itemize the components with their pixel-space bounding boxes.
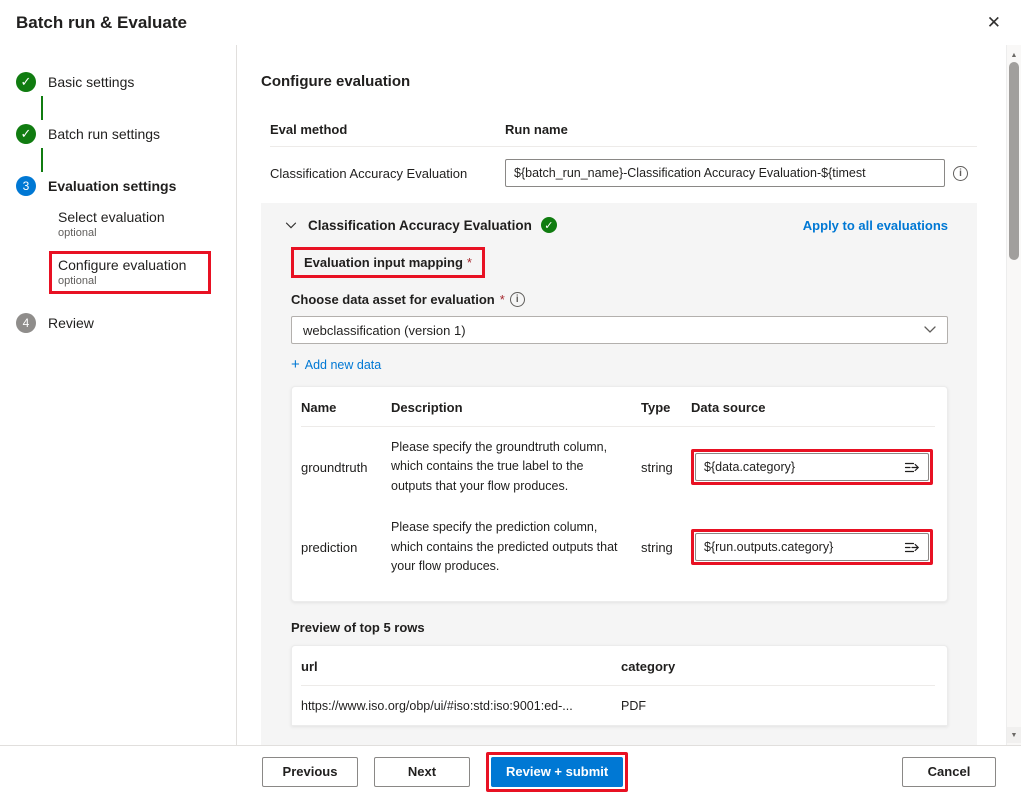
col-url: url [301,659,621,674]
mapping-name: groundtruth [301,460,391,475]
mapping-table-header-row: Name Description Type Data source [301,400,935,427]
apply-to-all-evaluations-link[interactable]: Apply to all evaluations [803,218,948,233]
step-basic-settings[interactable]: ✓ Basic settings [16,71,236,93]
step-review[interactable]: 4 Review [16,312,236,334]
mapping-name: prediction [301,540,391,555]
preview-category-value: PDF [621,699,935,713]
choose-data-asset-label: Choose data asset for evaluation [291,292,495,307]
groundtruth-data-source-field [695,453,929,481]
eval-method-value: Classification Accuracy Evaluation [270,166,505,181]
vertical-scrollbar[interactable]: ▲ ▼ [1006,45,1021,745]
preview-label: Preview of top 5 rows [291,620,948,635]
step-complete-check-icon: ✓ [16,124,36,144]
step-complete-check-icon: ✓ [16,72,36,92]
table-row: prediction Please specify the prediction… [301,507,935,587]
configure-evaluation-annotation-box: Configure evaluation optional [49,251,211,294]
run-name-column-header: Run name [505,122,977,137]
prediction-data-source-input[interactable] [698,540,903,554]
table-row: https://www.iso.org/obp/ui/#iso:std:iso:… [301,686,935,725]
step-number-icon: 4 [16,313,36,333]
evaluation-name-title: Classification Accuracy Evaluation [308,218,532,233]
substep-configure-evaluation[interactable]: Configure evaluation optional [58,257,186,287]
step-connector [41,96,43,120]
col-description: Description [391,400,641,415]
col-type: Type [641,400,691,415]
preview-url-value: https://www.iso.org/obp/ui/#iso:std:iso:… [301,699,621,713]
run-name-input[interactable] [505,159,945,187]
data-asset-label-row: Choose data asset for evaluation * i [291,292,948,307]
required-asterisk: * [500,292,505,307]
expression-builder-icon[interactable] [903,540,921,555]
groundtruth-data-source-annotation-box [691,449,933,485]
batch-run-evaluate-dialog: Batch run & Evaluate ✕ ✓ Basic settings … [0,0,1021,797]
eval-method-column-header: Eval method [270,122,505,137]
eval-method-table-header: Eval method Run name [270,122,977,147]
mapping-type: string [641,540,691,555]
data-asset-dropdown[interactable]: webclassification (version 1) [291,316,948,344]
table-row: groundtruth Please specify the groundtru… [301,427,935,507]
review-submit-button[interactable]: Review + submit [491,757,623,787]
scroll-up-icon[interactable]: ▲ [1007,47,1021,63]
step-label: Basic settings [48,74,134,90]
cancel-button[interactable]: Cancel [902,757,996,787]
step-label: Evaluation settings [48,178,176,194]
previous-button[interactable]: Previous [262,757,358,787]
step-number-icon: 3 [16,176,36,196]
add-new-data-link[interactable]: + Add new data [291,357,381,372]
mapping-type: string [641,460,691,475]
prediction-data-source-field [695,533,929,561]
next-button[interactable]: Next [374,757,470,787]
scroll-down-icon[interactable]: ▼ [1007,727,1021,743]
substep-optional-tag: optional [58,275,186,287]
step-label: Batch run settings [48,126,160,142]
col-category: category [621,659,935,674]
page-title: Configure evaluation [261,73,1005,90]
dialog-footer: Previous Next Review + submit Cancel [0,745,1021,797]
info-icon[interactable]: i [953,166,968,181]
col-name: Name [301,400,391,415]
groundtruth-data-source-input[interactable] [698,460,903,474]
step-label: Review [48,315,94,331]
chevron-down-icon [924,326,936,334]
preview-header-row: url category [301,659,935,686]
step-connector [41,148,43,172]
dialog-header: Batch run & Evaluate ✕ [0,0,1021,45]
substep-select-evaluation[interactable]: Select evaluation optional [58,209,236,239]
wizard-steps-sidebar: ✓ Basic settings ✓ Batch run settings 3 … [0,45,237,745]
plus-icon: + [291,357,300,372]
preview-table: url category https://www.iso.org/obp/ui/… [291,645,948,726]
expression-builder-icon[interactable] [903,460,921,475]
required-asterisk: * [467,255,472,270]
evaluation-section: Classification Accuracy Evaluation ✓ App… [261,203,977,745]
evaluation-section-header: Classification Accuracy Evaluation ✓ App… [283,217,948,233]
evaluation-substeps: Select evaluation optional Configure eva… [58,209,236,294]
evaluation-valid-check-icon: ✓ [541,217,557,233]
step-evaluation-settings[interactable]: 3 Evaluation settings [16,175,236,197]
scrollbar-thumb[interactable] [1009,62,1019,260]
run-name-cell: i [505,159,977,187]
configure-evaluation-panel: Configure evaluation Eval method Run nam… [238,45,1005,745]
mapping-description: Please specify the prediction column, wh… [391,518,641,576]
mapping-description: Please specify the groundtruth column, w… [391,438,641,496]
substep-optional-tag: optional [58,227,236,239]
info-icon[interactable]: i [510,292,525,307]
substep-label: Configure evaluation [58,257,186,273]
step-batch-run-settings[interactable]: ✓ Batch run settings [16,123,236,145]
prediction-data-source-annotation-box [691,529,933,565]
close-icon[interactable]: ✕ [983,10,1005,35]
input-mapping-table: Name Description Type Data source ground… [291,386,948,602]
chevron-down-icon[interactable] [283,217,299,233]
evaluation-input-mapping-annotation-box: Evaluation input mapping * [291,247,485,278]
evaluation-input-mapping-label: Evaluation input mapping [304,255,463,270]
eval-method-row: Classification Accuracy Evaluation i [270,147,977,201]
review-submit-annotation-box: Review + submit [486,752,628,792]
data-asset-selected-value: webclassification (version 1) [303,323,466,338]
col-data-source: Data source [691,400,935,415]
add-new-data-label: Add new data [305,358,381,372]
dialog-title: Batch run & Evaluate [16,13,187,33]
substep-label: Select evaluation [58,209,236,225]
